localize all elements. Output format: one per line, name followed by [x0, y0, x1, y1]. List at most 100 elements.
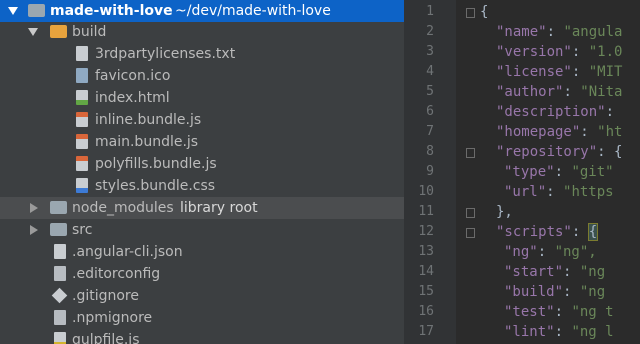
- js-file-icon: [54, 332, 66, 344]
- code-line: "repository": {: [496, 142, 622, 162]
- json-key: "name": [496, 24, 547, 40]
- json-value: "https: [563, 184, 614, 200]
- file-label: .gitignore: [72, 288, 139, 304]
- json-key: "build": [504, 284, 564, 300]
- line-number-gutter: 1 2 3 4 5 6 7 8 9 10 11 12 13 14 15 16 17: [404, 0, 456, 344]
- chevron-down-icon[interactable]: [8, 7, 18, 15]
- line-number: 5: [426, 84, 434, 99]
- folder-icon: [50, 223, 67, 236]
- code-punct: : {: [571, 223, 599, 241]
- folder-icon: [50, 201, 67, 214]
- file-label: polyfills.bundle.js: [95, 156, 217, 172]
- code-punct: :: [571, 44, 589, 60]
- text-file-icon: [76, 46, 88, 61]
- json-key: "author": [496, 84, 564, 100]
- css-file-icon: [76, 178, 88, 193]
- code-punct: {: [480, 4, 489, 20]
- folder-label: build: [72, 24, 107, 40]
- line-number: 1: [426, 4, 434, 19]
- fold-marker-icon[interactable]: [466, 208, 475, 218]
- json-key: "ng": [504, 244, 538, 260]
- json-key: "homepage": [496, 124, 581, 140]
- code-line: "license": "MIT: [496, 62, 622, 82]
- fold-marker-icon[interactable]: [466, 8, 475, 18]
- html-file-icon: [76, 90, 88, 105]
- code-punct: },: [496, 204, 513, 220]
- tree-item-file[interactable]: .npmignore: [0, 307, 404, 329]
- code-line: "name": "angula: [496, 22, 622, 42]
- tree-item-file[interactable]: .gitignore: [0, 285, 404, 307]
- chevron-down-icon[interactable]: [28, 28, 38, 36]
- json-value: "Nita: [580, 84, 623, 100]
- json-key: "lint": [504, 324, 555, 340]
- code-punct: :: [554, 164, 572, 180]
- json-key: "scripts": [496, 224, 572, 240]
- chevron-right-icon[interactable]: [30, 203, 38, 213]
- tree-item-build[interactable]: build: [0, 21, 404, 43]
- json-key: "description": [496, 104, 606, 120]
- line-number: 7: [426, 124, 434, 139]
- code-line: "description":: [496, 102, 622, 122]
- tree-item-file[interactable]: inline.bundle.js: [0, 109, 404, 131]
- line-number: 15: [418, 284, 434, 299]
- npm-file-icon: [54, 310, 66, 325]
- project-tree[interactable]: made-with-love ~/dev/made-with-love buil…: [0, 0, 404, 344]
- tree-item-file[interactable]: gulpfile.js: [0, 329, 404, 344]
- ide-window: made-with-love ~/dev/made-with-love buil…: [0, 0, 640, 344]
- tree-item-node-modules[interactable]: node_modules library root: [0, 197, 404, 219]
- tree-item-file[interactable]: 3rdpartylicenses.txt: [0, 43, 404, 65]
- tree-item-file[interactable]: polyfills.bundle.js: [0, 153, 404, 175]
- code-line: "author": "Nita: [496, 82, 622, 102]
- tree-item-file[interactable]: main.bundle.js: [0, 131, 404, 153]
- code-punct: :: [580, 124, 598, 140]
- json-key: "repository": [496, 144, 598, 160]
- json-value: "angula: [563, 24, 623, 40]
- file-label: .npmignore: [72, 310, 153, 326]
- fold-marker-icon[interactable]: [466, 228, 475, 238]
- code-line: "type": "git": [504, 162, 614, 182]
- tree-item-file[interactable]: .editorconfig: [0, 263, 404, 285]
- tree-item-file[interactable]: styles.bundle.css: [0, 175, 404, 197]
- tree-item-file[interactable]: favicon.ico: [0, 65, 404, 87]
- code-line: "start": "ng: [504, 262, 605, 282]
- chevron-right-icon[interactable]: [30, 225, 38, 235]
- folder-label: node_modules: [72, 200, 174, 216]
- fold-marker-icon[interactable]: [466, 148, 475, 158]
- tree-item-project-root[interactable]: made-with-love ~/dev/made-with-love: [0, 0, 404, 22]
- json-value: "ng: [579, 264, 606, 280]
- binary-js-file-icon: [76, 112, 88, 127]
- line-number: 3: [426, 44, 434, 59]
- json-key: "url": [504, 184, 547, 200]
- code-line: },: [496, 202, 513, 222]
- code-punct: :: [563, 84, 581, 100]
- image-file-icon: [76, 68, 88, 83]
- folder-icon: [50, 25, 67, 38]
- code-punct: : {: [597, 144, 623, 160]
- code-line: "build": "ng: [504, 282, 605, 302]
- tree-item-file[interactable]: .angular-cli.json: [0, 241, 404, 263]
- code-line: "scripts": {: [496, 222, 599, 242]
- code-line: "url": "https: [504, 182, 614, 202]
- tree-item-file[interactable]: index.html: [0, 87, 404, 109]
- json-key: "test": [504, 304, 555, 320]
- json-value: "1.0: [588, 44, 623, 60]
- file-label: index.html: [95, 90, 170, 106]
- folder-icon: [28, 4, 45, 17]
- json-value: "MIT: [588, 64, 623, 80]
- line-number: 9: [426, 164, 434, 179]
- binary-js-file-icon: [76, 156, 88, 171]
- code-punct: :: [563, 284, 580, 300]
- file-label: .angular-cli.json: [72, 244, 183, 260]
- line-number: 13: [418, 244, 434, 259]
- json-key: "license": [496, 64, 572, 80]
- binary-js-file-icon: [76, 134, 88, 149]
- code-line: "version": "1.0: [496, 42, 622, 62]
- json-value: "ng t: [571, 304, 614, 320]
- json-key: "type": [504, 164, 555, 180]
- code-line: "test": "ng t: [504, 302, 614, 322]
- config-file-icon: [54, 266, 66, 281]
- tree-item-src[interactable]: src: [0, 219, 404, 241]
- line-number: 10: [418, 184, 434, 199]
- code-editor[interactable]: 1 2 3 4 5 6 7 8 9 10 11 12 13 14 15 16 17 {"name": "angu…: [404, 0, 640, 344]
- code-line: "ng": "ng",: [504, 242, 597, 262]
